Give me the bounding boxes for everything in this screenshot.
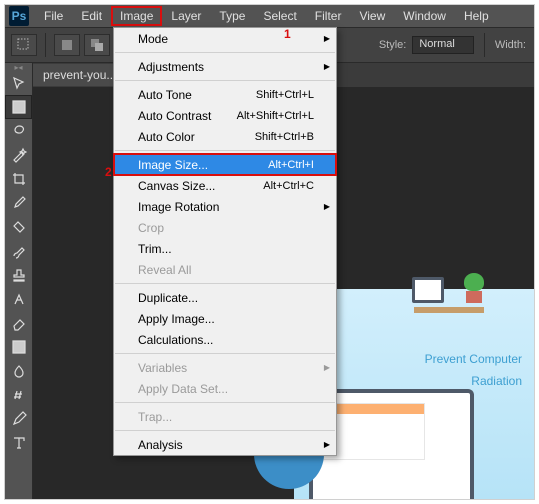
style-select[interactable]: Normal bbox=[412, 36, 473, 54]
menu-item-label: Auto Tone bbox=[138, 88, 192, 102]
menu-file[interactable]: File bbox=[35, 6, 72, 26]
tool-stamp[interactable] bbox=[5, 263, 32, 287]
tool-gradient[interactable] bbox=[5, 335, 32, 359]
menu-item-trim[interactable]: Trim... bbox=[114, 238, 336, 259]
menu-separator bbox=[115, 402, 335, 403]
menu-item-label: Apply Image... bbox=[138, 312, 215, 326]
toolbox-grip-icon[interactable]: ▸◂ bbox=[5, 63, 32, 71]
menu-view[interactable]: View bbox=[350, 6, 394, 26]
menu-select[interactable]: Select bbox=[254, 6, 305, 26]
width-label: Width: bbox=[495, 39, 526, 51]
tool-heal[interactable] bbox=[5, 215, 32, 239]
menu-item-auto-tone[interactable]: Auto Tone Shift+Ctrl+L bbox=[114, 84, 336, 105]
menu-item-duplicate[interactable]: Duplicate... bbox=[114, 287, 336, 308]
menu-item-adjustments[interactable]: Adjustments bbox=[114, 56, 336, 77]
tool-dodge[interactable] bbox=[5, 383, 32, 407]
tool-brush[interactable] bbox=[5, 239, 32, 263]
menu-item-auto-color[interactable]: Auto Color Shift+Ctrl+B bbox=[114, 126, 336, 147]
menu-item-shortcut: Alt+Shift+Ctrl+L bbox=[237, 110, 314, 122]
tool-blur[interactable] bbox=[5, 359, 32, 383]
menu-item-label: Image Size... bbox=[138, 158, 208, 172]
selection-add-icon[interactable] bbox=[84, 34, 110, 56]
tool-crop[interactable] bbox=[5, 167, 32, 191]
tool-marquee[interactable] bbox=[5, 95, 32, 119]
app-logo-icon: Ps bbox=[9, 6, 29, 26]
menu-separator bbox=[115, 430, 335, 431]
menu-filter[interactable]: Filter bbox=[306, 6, 351, 26]
menu-item-label: Duplicate... bbox=[138, 291, 198, 305]
menu-item-label: Analysis bbox=[138, 438, 183, 452]
menu-item-image-rotation[interactable]: Image Rotation bbox=[114, 196, 336, 217]
menu-item-label: Adjustments bbox=[138, 60, 204, 74]
tool-eraser[interactable] bbox=[5, 311, 32, 335]
menu-type[interactable]: Type bbox=[210, 6, 254, 26]
menu-item-label: Auto Contrast bbox=[138, 109, 211, 123]
menu-item-label: Crop bbox=[138, 221, 164, 235]
menu-separator bbox=[115, 283, 335, 284]
menu-separator bbox=[115, 52, 335, 53]
menu-item-label: Trap... bbox=[138, 410, 172, 424]
menu-item-label: Apply Data Set... bbox=[138, 382, 228, 396]
selection-new-icon[interactable] bbox=[54, 34, 80, 56]
style-label: Style: bbox=[379, 39, 407, 51]
menu-item-auto-contrast[interactable]: Auto Contrast Alt+Shift+Ctrl+L bbox=[114, 105, 336, 126]
tool-lasso[interactable] bbox=[5, 119, 32, 143]
menu-item-label: Reveal All bbox=[138, 263, 191, 277]
menu-item-shortcut: Alt+Ctrl+I bbox=[268, 159, 314, 171]
tool-move[interactable] bbox=[5, 71, 32, 95]
menu-item-reveal-all: Reveal All bbox=[114, 259, 336, 280]
menu-item-shortcut: Alt+Ctrl+C bbox=[263, 180, 314, 192]
annotation-1: 1 bbox=[284, 27, 291, 41]
menu-item-label: Auto Color bbox=[138, 130, 195, 144]
menu-item-shortcut: Shift+Ctrl+B bbox=[255, 131, 314, 143]
menu-item-label: Variables bbox=[138, 361, 187, 375]
artwork-text-1: Prevent Computer bbox=[425, 349, 522, 371]
menu-item-label: Image Rotation bbox=[138, 200, 219, 214]
menu-item-label: Calculations... bbox=[138, 333, 213, 347]
menu-separator bbox=[115, 150, 335, 151]
annotation-2: 2 bbox=[105, 165, 112, 179]
menu-layer[interactable]: Layer bbox=[162, 6, 210, 26]
menu-separator bbox=[115, 80, 335, 81]
menu-edit[interactable]: Edit bbox=[72, 6, 111, 26]
menu-item-label: Canvas Size... bbox=[138, 179, 215, 193]
menu-item-apply-data-set: Apply Data Set... bbox=[114, 378, 336, 399]
menu-item-crop: Crop bbox=[114, 217, 336, 238]
menu-item-apply-image[interactable]: Apply Image... bbox=[114, 308, 336, 329]
tab-title: prevent-you... bbox=[43, 68, 116, 82]
menu-window[interactable]: Window bbox=[394, 6, 455, 26]
menu-item-variables: Variables bbox=[114, 357, 336, 378]
menu-help[interactable]: Help bbox=[455, 6, 498, 26]
menu-item-label: Trim... bbox=[138, 242, 172, 256]
menu-item-image-size[interactable]: Image Size... Alt+Ctrl+I bbox=[114, 154, 336, 175]
tool-type[interactable] bbox=[5, 431, 32, 455]
menu-item-trap: Trap... bbox=[114, 406, 336, 427]
image-menu-dropdown: ModeAdjustmentsAuto ToneShift+Ctrl+LAuto… bbox=[113, 27, 337, 456]
tool-pen[interactable] bbox=[5, 407, 32, 431]
menu-item-mode[interactable]: Mode bbox=[114, 28, 336, 49]
menu-item-label: Mode bbox=[138, 32, 168, 46]
tool-eyedropper[interactable] bbox=[5, 191, 32, 215]
menu-image[interactable]: Image bbox=[111, 6, 162, 26]
tool-wand[interactable] bbox=[5, 143, 32, 167]
menu-item-shortcut: Shift+Ctrl+L bbox=[256, 89, 314, 101]
tool-preset-icon[interactable] bbox=[11, 34, 37, 56]
menu-item-canvas-size[interactable]: Canvas Size... Alt+Ctrl+C bbox=[114, 175, 336, 196]
menu-item-calculations[interactable]: Calculations... bbox=[114, 329, 336, 350]
toolbox: ▸◂ bbox=[5, 63, 33, 499]
menu-separator bbox=[115, 353, 335, 354]
menu-bar: Ps FileEditImageLayerTypeSelectFilterVie… bbox=[5, 5, 534, 27]
tool-history[interactable] bbox=[5, 287, 32, 311]
menu-item-analysis[interactable]: Analysis bbox=[114, 434, 336, 455]
